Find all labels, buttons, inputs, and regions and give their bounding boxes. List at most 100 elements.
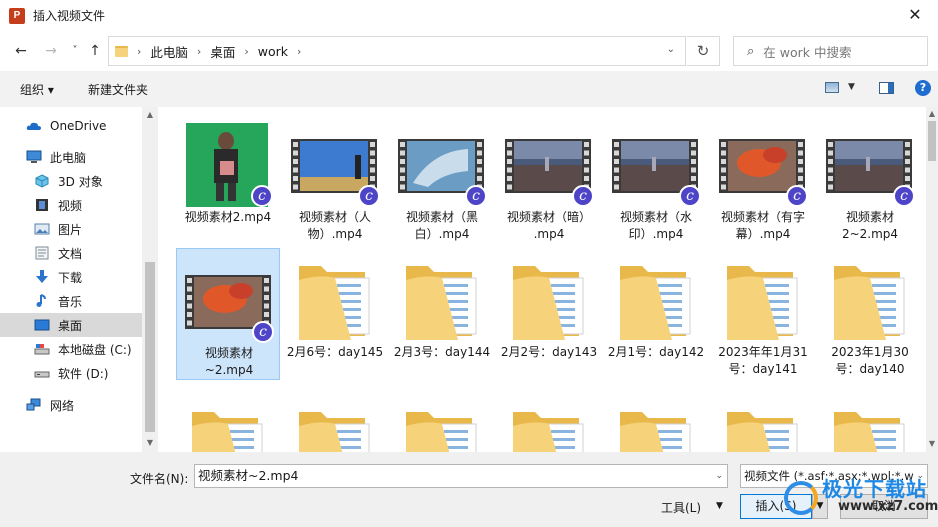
refresh-icon[interactable]: ↻ bbox=[687, 36, 720, 66]
file-name-label: 2月1号：day142 bbox=[604, 344, 708, 361]
sidebar-item-drive-d[interactable]: 软件 (D:) bbox=[0, 361, 142, 385]
sidebar-item-downloads[interactable]: 下载 bbox=[0, 265, 142, 289]
file-name-line: 号：day140 bbox=[835, 362, 905, 376]
folder-item[interactable]: 2月1号：day142 bbox=[604, 248, 708, 380]
address-dropdown-icon[interactable]: ⌄ bbox=[667, 44, 675, 55]
folder-item[interactable]: 2月2号：day143 bbox=[497, 248, 601, 380]
new-folder-button[interactable]: 新建文件夹 bbox=[88, 81, 148, 98]
file-type-select[interactable]: 视频文件 (*.asf;*.asx;*.wpl;*.wm ⌄ bbox=[740, 464, 928, 488]
folder-item[interactable] bbox=[176, 394, 280, 452]
breadcrumb-separator[interactable]: › bbox=[244, 45, 248, 58]
file-name-label: 2月3号：day144 bbox=[390, 344, 494, 361]
chevron-down-icon[interactable]: ⌄ bbox=[914, 465, 924, 487]
scroll-up-icon[interactable]: ▲ bbox=[926, 108, 938, 120]
folder-item[interactable]: 2023年1月30 号：day140 bbox=[818, 248, 922, 380]
folder-icon bbox=[184, 402, 270, 452]
computer-icon bbox=[26, 150, 42, 163]
music-icon bbox=[36, 294, 46, 307]
file-name-label: 2023年年1月31 号：day141 bbox=[711, 344, 815, 378]
breadcrumb-separator[interactable]: › bbox=[197, 45, 201, 58]
content-scrollbar[interactable]: ▲ ▼ bbox=[926, 107, 938, 452]
folder-icon bbox=[398, 402, 484, 452]
folder-icon bbox=[115, 45, 128, 57]
folder-item[interactable] bbox=[711, 394, 815, 452]
breadcrumb-this-pc[interactable]: 此电脑 bbox=[150, 42, 188, 61]
folder-item[interactable] bbox=[283, 394, 387, 452]
footer-panel: 文件名(N): 视频素材~2.mp4 ⌄ 视频文件 (*.asf;*.asx;*… bbox=[0, 452, 938, 527]
scroll-down-icon[interactable]: ▼ bbox=[144, 437, 156, 449]
folder-item[interactable] bbox=[390, 394, 494, 452]
file-name-line: 2月6号：day145 bbox=[286, 345, 384, 359]
folder-item[interactable]: 2月3号：day144 bbox=[390, 248, 494, 380]
title-bar: P 插入视频文件 ✕ bbox=[0, 0, 938, 31]
folder-icon bbox=[826, 402, 912, 452]
video-file-item[interactable]: c 视频素材（人 物）.mp4 bbox=[283, 113, 387, 245]
breadcrumb-work[interactable]: work bbox=[258, 44, 288, 59]
forward-icon[interactable]: → bbox=[42, 42, 60, 60]
up-folder-icon[interactable]: ↑ bbox=[86, 42, 104, 60]
sidebar-item-pictures[interactable]: 图片 bbox=[0, 217, 142, 241]
chevron-down-icon[interactable]: ⌄ bbox=[715, 465, 723, 487]
video-file-item[interactable]: c 视频素材（黑 白）.mp4 bbox=[390, 113, 494, 245]
scrollbar-thumb[interactable] bbox=[145, 262, 155, 432]
breadcrumb-separator[interactable]: › bbox=[137, 45, 141, 58]
folder-item[interactable]: 2023年年1月31 号：day141 bbox=[711, 248, 815, 380]
drive-icon bbox=[34, 344, 50, 355]
video-file-item[interactable]: c 视频素材（暗） .mp4 bbox=[497, 113, 601, 245]
editor-app-badge-icon: c bbox=[465, 185, 487, 207]
organize-button[interactable]: 组织 ▾ bbox=[20, 81, 54, 98]
sidebar-item-videos[interactable]: 视频 bbox=[0, 193, 142, 217]
folder-item[interactable] bbox=[818, 394, 922, 452]
file-name-line: 视频素材 bbox=[204, 346, 253, 360]
file-type-value: 视频文件 (*.asf;*.asx;*.wpl;*.wm bbox=[744, 469, 925, 483]
back-icon[interactable]: ← bbox=[12, 42, 30, 60]
file-name-label: 2月2号：day143 bbox=[497, 344, 601, 361]
video-file-item[interactable]: c 视频素材（有字 幕）.mp4 bbox=[711, 113, 815, 245]
cancel-button[interactable]: 取消 bbox=[840, 494, 928, 519]
folder-item[interactable] bbox=[604, 394, 708, 452]
tools-button[interactable]: 工具(L) bbox=[661, 499, 701, 516]
address-bar[interactable]: › 此电脑 › 桌面 › work › ⌄ bbox=[108, 36, 686, 66]
video-file-item[interactable]: c 视频素材（水 印）.mp4 bbox=[604, 113, 708, 245]
video-file-item[interactable]: c 视频素材2.mp4 bbox=[176, 113, 280, 245]
view-mode-dropdown-icon[interactable]: ▼ bbox=[848, 82, 855, 92]
navigation-pane: OneDrive 此电脑 3D 对象 视频 图片 文档 下载 音乐 桌面 本地磁… bbox=[0, 107, 158, 452]
scroll-down-icon[interactable]: ▼ bbox=[926, 438, 938, 450]
sidebar-scrollbar[interactable]: ▲ ▼ bbox=[142, 107, 158, 452]
breadcrumb-separator[interactable]: › bbox=[297, 45, 301, 58]
view-mode-icon[interactable] bbox=[825, 82, 839, 93]
insert-button[interactable]: 插入(S) bbox=[740, 494, 812, 519]
sidebar-item-onedrive[interactable]: OneDrive bbox=[0, 114, 142, 138]
tools-dropdown-icon[interactable]: ▼ bbox=[716, 501, 723, 511]
sidebar-item-this-pc[interactable]: 此电脑 bbox=[0, 145, 142, 169]
breadcrumb-desktop[interactable]: 桌面 bbox=[210, 42, 235, 61]
scrollbar-thumb[interactable] bbox=[928, 121, 936, 161]
sidebar-item-drive-c[interactable]: 本地磁盘 (C:) bbox=[0, 337, 142, 361]
filename-input[interactable]: 视频素材~2.mp4 ⌄ bbox=[194, 464, 728, 488]
file-name-label: 视频素材（水 印）.mp4 bbox=[604, 209, 708, 243]
close-icon[interactable]: ✕ bbox=[906, 6, 924, 24]
sidebar-item-network[interactable]: 网络 bbox=[0, 393, 142, 417]
sidebar-item-3d-objects[interactable]: 3D 对象 bbox=[0, 169, 142, 193]
video-file-item[interactable]: c 视频素材 ~2.mp4 bbox=[176, 248, 280, 380]
folder-icon bbox=[719, 402, 805, 452]
video-file-item[interactable]: c 视频素材 2~2.mp4 bbox=[818, 113, 922, 245]
file-name-line: 2月3号：day144 bbox=[393, 345, 491, 359]
insert-dropdown-icon[interactable]: ▼ bbox=[812, 494, 828, 519]
scroll-up-icon[interactable]: ▲ bbox=[144, 109, 156, 121]
preview-pane-icon[interactable] bbox=[879, 82, 894, 94]
search-icon: ⌕ bbox=[747, 43, 755, 59]
editor-app-badge-icon: c bbox=[358, 185, 380, 207]
recent-locations-icon[interactable]: ˅ bbox=[66, 42, 84, 60]
help-icon[interactable]: ? bbox=[915, 80, 931, 96]
file-name-line: 号：day141 bbox=[728, 362, 798, 376]
video-icon bbox=[36, 199, 48, 211]
folder-item[interactable]: 2月6号：day145 bbox=[283, 248, 387, 380]
sidebar-item-desktop[interactable]: 桌面 bbox=[0, 313, 142, 337]
editor-app-badge-icon: c bbox=[251, 185, 273, 207]
search-input[interactable]: ⌕ 在 work 中搜索 bbox=[733, 36, 928, 66]
sidebar-item-documents[interactable]: 文档 bbox=[0, 241, 142, 265]
file-name-line: 视频素材（黑 bbox=[405, 210, 478, 224]
sidebar-item-music[interactable]: 音乐 bbox=[0, 289, 142, 313]
folder-item[interactable] bbox=[497, 394, 601, 452]
